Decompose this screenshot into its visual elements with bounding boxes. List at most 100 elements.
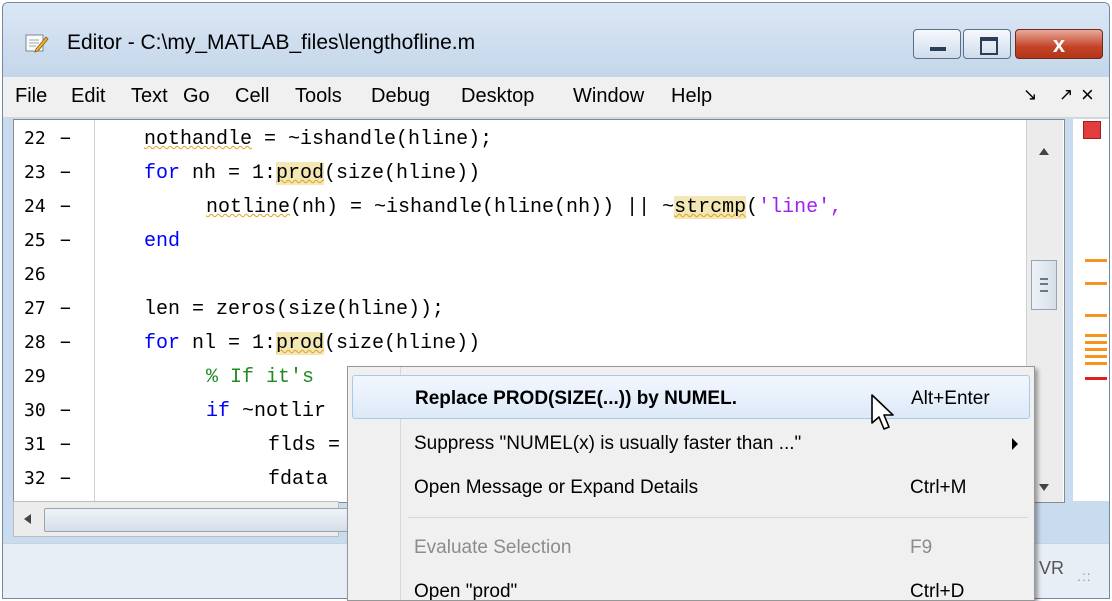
- warning-marker[interactable]: [1085, 348, 1107, 351]
- error-status-indicator-icon[interactable]: [1083, 121, 1101, 139]
- menu-item-open-message[interactable]: Open Message or Expand Details Ctrl+M: [352, 465, 1030, 509]
- menu-item-label: Open "prod": [414, 581, 518, 601]
- code-token: (size(hline)): [324, 162, 481, 185]
- breakpoint-dash[interactable]: −: [60, 298, 71, 332]
- warning-marker[interactable]: [1085, 355, 1107, 358]
- highlighted-token: strcmp: [674, 196, 747, 219]
- line-number: 24: [24, 196, 46, 217]
- horizontal-scrollbar[interactable]: [13, 501, 366, 537]
- message-indicator-bar: [1073, 119, 1109, 501]
- resize-grip-icon[interactable]: .::: [1077, 568, 1092, 584]
- code-line-29[interactable]: % If it's: [206, 366, 314, 400]
- code-token: ~notlir: [230, 400, 327, 423]
- menu-bar: File Edit Text Go Cell Tools Debug Deskt…: [3, 77, 1109, 118]
- scroll-down-arrow-icon[interactable]: [1039, 484, 1049, 491]
- line-number: 28: [24, 332, 46, 353]
- code-line-32[interactable]: fdata: [268, 468, 328, 502]
- submenu-arrow-icon: [1012, 438, 1018, 450]
- code-line-27[interactable]: len = zeros(size(hline));: [144, 298, 444, 332]
- menu-text[interactable]: Text: [131, 85, 168, 108]
- scroll-left-arrow-icon[interactable]: [24, 514, 31, 524]
- code-comment: % If it's: [206, 366, 315, 389]
- menu-item-shortcut: Alt+Enter: [911, 388, 990, 409]
- line-number: 30: [24, 400, 46, 421]
- line-number: 26: [24, 264, 46, 285]
- title-bar[interactable]: Editor - C:\my_MATLAB_files\lengthofline…: [3, 3, 1109, 77]
- window-title: Editor - C:\my_MATLAB_files\lengthofline…: [67, 31, 476, 54]
- menu-edit[interactable]: Edit: [71, 85, 105, 108]
- code-token: (size(hline)): [324, 332, 481, 355]
- grip-icon: [1040, 278, 1048, 292]
- code-line-23[interactable]: for nh = 1:prod(size(hline)): [144, 162, 480, 196]
- code-token: = ~ishandle(hline);: [252, 128, 493, 151]
- code-line-24[interactable]: notline(nh) = ~ishandle(hline(nh)) || ~s…: [206, 196, 842, 230]
- warning-marker[interactable]: [1085, 259, 1107, 262]
- menu-item-label: Suppress "NUMEL(x) is usually faster tha…: [414, 433, 802, 454]
- minimize-icon: [930, 47, 946, 51]
- line-number: 32: [24, 468, 46, 489]
- menu-item-evaluate-selection[interactable]: Evaluate Selection F9: [352, 525, 1030, 569]
- maximize-button[interactable]: [963, 29, 1011, 59]
- code-string: 'line',: [758, 196, 843, 219]
- menu-item-open-prod[interactable]: Open "prod" Ctrl+D: [352, 569, 1030, 601]
- menu-help[interactable]: Help: [671, 85, 712, 108]
- warning-marker[interactable]: [1085, 314, 1107, 317]
- editor-file-icon: [25, 34, 49, 53]
- code-line-28[interactable]: for nl = 1:prod(size(hline)): [144, 332, 480, 366]
- menu-tools[interactable]: Tools: [295, 85, 342, 108]
- menu-item-label: Replace PROD(SIZE(...)) by NUMEL.: [415, 388, 737, 409]
- minimize-button[interactable]: [913, 29, 961, 59]
- code-token: notline: [206, 196, 291, 219]
- breakpoint-dash[interactable]: −: [60, 332, 71, 366]
- code-token: (nh) = ~ishandle(hline(nh)) || ~: [290, 196, 675, 219]
- code-token: len = zeros(size(hline));: [144, 298, 445, 321]
- menu-item-suppress-message[interactable]: Suppress "NUMEL(x) is usually faster tha…: [352, 421, 1030, 465]
- code-keyword: for: [144, 162, 181, 185]
- menu-separator: [408, 517, 1028, 518]
- breakpoint-dash[interactable]: −: [60, 468, 71, 502]
- vertical-scroll-thumb[interactable]: [1031, 260, 1057, 310]
- context-menu: Replace PROD(SIZE(...)) by NUMEL. Alt+En…: [347, 366, 1035, 601]
- code-line-22[interactable]: nothandle = ~ishandle(hline);: [144, 128, 492, 162]
- warning-marker[interactable]: [1085, 334, 1107, 337]
- menu-item-label: Open Message or Expand Details: [414, 477, 699, 498]
- dock-icon[interactable]: ↘: [1023, 85, 1037, 105]
- breakpoint-dash[interactable]: −: [60, 230, 71, 264]
- error-marker[interactable]: [1085, 377, 1107, 380]
- close-icon: x: [1052, 32, 1066, 57]
- code-keyword: if: [206, 400, 231, 423]
- code-line-31[interactable]: flds =: [268, 434, 340, 468]
- code-token: nh = 1:: [180, 162, 277, 185]
- code-keyword: end: [144, 230, 181, 253]
- menu-window[interactable]: Window: [573, 85, 644, 108]
- menu-cell[interactable]: Cell: [235, 85, 269, 108]
- menu-file[interactable]: File: [15, 85, 47, 108]
- breakpoint-dash[interactable]: −: [60, 196, 71, 230]
- breakpoint-dash[interactable]: −: [60, 400, 71, 434]
- menu-item-replace-with-numel[interactable]: Replace PROD(SIZE(...)) by NUMEL. Alt+En…: [352, 375, 1030, 419]
- line-number: 25: [24, 230, 46, 251]
- close-document-icon[interactable]: ×: [1081, 82, 1094, 108]
- breakpoint-dash[interactable]: −: [60, 162, 71, 196]
- line-number: 31: [24, 434, 46, 455]
- menu-desktop[interactable]: Desktop: [461, 85, 534, 108]
- menu-go[interactable]: Go: [183, 85, 210, 108]
- menu-item-shortcut: Ctrl+D: [910, 581, 965, 601]
- warning-marker[interactable]: [1085, 282, 1107, 285]
- warning-marker[interactable]: [1085, 341, 1107, 344]
- line-number: 22: [24, 128, 46, 149]
- warning-marker[interactable]: [1085, 362, 1107, 365]
- breakpoint-dash[interactable]: −: [60, 128, 71, 162]
- menu-debug[interactable]: Debug: [371, 85, 430, 108]
- line-number: 29: [24, 366, 46, 387]
- undock-icon[interactable]: ↗: [1059, 85, 1073, 105]
- code-keyword: for: [144, 332, 181, 355]
- code-token: flds =: [268, 434, 341, 457]
- code-line-30[interactable]: if ~notlir: [206, 400, 326, 434]
- code-line-25[interactable]: end: [144, 230, 180, 264]
- breakpoint-dash[interactable]: −: [60, 434, 71, 468]
- mouse-pointer-icon: [871, 394, 894, 430]
- close-button[interactable]: x: [1015, 29, 1103, 59]
- horizontal-scroll-thumb[interactable]: [44, 508, 366, 532]
- scroll-up-arrow-icon[interactable]: [1039, 148, 1049, 155]
